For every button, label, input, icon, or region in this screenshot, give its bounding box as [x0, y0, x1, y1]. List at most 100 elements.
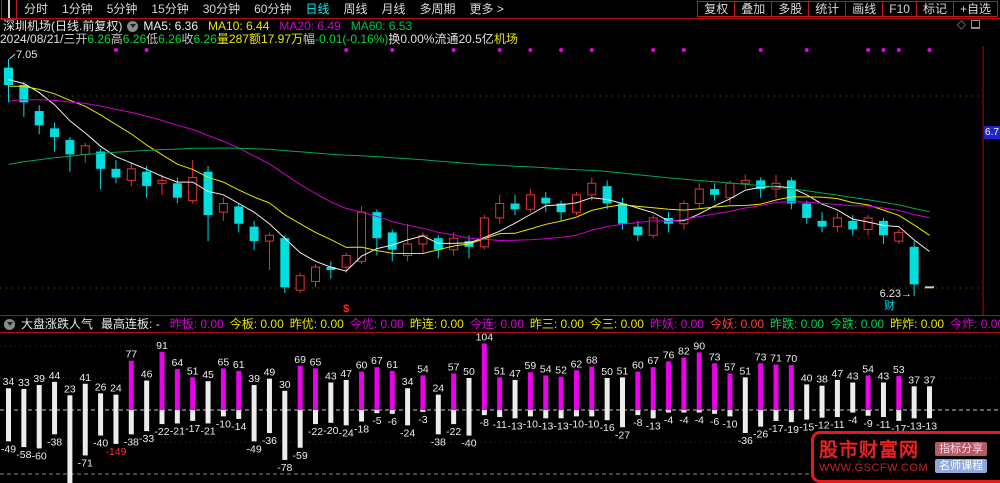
period-menu: 分时 1分钟 5分钟 15分钟 30分钟 60分钟 日线 周线 月线 多周期 更多 >: [0, 0, 511, 20]
low-tag-label: 财: [884, 298, 895, 312]
indicator-title[interactable]: 大盘涨跌人气: [21, 316, 93, 332]
menu-item-周线[interactable]: 周线: [336, 1, 374, 18]
menu-item-5分钟[interactable]: 5分钟: [100, 1, 145, 18]
window-layout-button[interactable]: [1, 0, 17, 20]
menu-button-+自选[interactable]: +自选: [952, 1, 998, 17]
menu-button-叠加[interactable]: 叠加: [734, 1, 773, 17]
indicator-bar-down: [251, 410, 257, 442]
bar-top-label: 26: [95, 381, 107, 393]
menu-item-分时[interactable]: 分时: [17, 1, 55, 18]
indicator-bar-down: [573, 410, 579, 417]
bar-bottom-label: -14: [231, 421, 246, 433]
price-axis-tag: 6.7: [984, 126, 1000, 139]
indicator-collapse-icon[interactable]: [4, 318, 15, 330]
bar-top-label: 49: [264, 367, 276, 379]
menu-button-画线[interactable]: 画线: [845, 1, 884, 17]
bar-bottom-label: -59: [293, 450, 308, 462]
indicator-field-昨炸: 昨炸: 0.00: [890, 317, 945, 331]
bar-bottom-label: -10: [523, 418, 538, 430]
indicator-bar-down: [742, 410, 748, 434]
indicator-bar-down: [313, 410, 318, 425]
bar-bottom-label: -36: [262, 435, 277, 447]
quote-field: 幅-0.01(-0.16%): [303, 33, 389, 46]
main-chart[interactable]: 7.05 6.23→财 $: [0, 46, 1000, 315]
sell-marker: $: [343, 303, 349, 315]
indicator-bar-up: [681, 357, 687, 410]
indicator-bar-up: [67, 395, 73, 410]
candle: [142, 171, 152, 187]
bar-top-label: 59: [525, 360, 537, 372]
indicator-bar-down: [620, 410, 625, 428]
bar-top-label: 54: [417, 363, 429, 375]
bar-bottom-label: -8: [633, 417, 642, 429]
candle: [4, 67, 13, 86]
indicator-bar-down: [67, 410, 73, 483]
indicator-bar-down: [297, 410, 303, 448]
indicator-bar-down: [435, 410, 441, 435]
indicator-bar-up: [773, 364, 779, 410]
quote-field: 换0.00%: [388, 33, 435, 46]
menu-item-日线[interactable]: 日线: [298, 1, 336, 18]
bar-bottom-label: -15: [799, 422, 814, 434]
watermark-tag-courses: 名师课程: [935, 458, 988, 473]
indicator-bar-up: [589, 366, 595, 410]
bar-bottom-label: -58: [16, 449, 31, 461]
bar-bottom-label: -6: [710, 416, 719, 428]
bar-bottom-label: -13: [507, 420, 522, 432]
indicator-bar-down: [635, 410, 641, 416]
indicator-bar-down: [604, 410, 610, 421]
menu-item-月线[interactable]: 月线: [375, 1, 413, 18]
menu-item-多周期[interactable]: 多周期: [413, 1, 463, 18]
menu-button-复权[interactable]: 复权: [697, 1, 736, 17]
chevron-down-icon[interactable]: [127, 21, 139, 32]
menu-item-1分钟[interactable]: 1分钟: [55, 1, 100, 18]
trading-app-window: 分时 1分钟 5分钟 15分钟 30分钟 60分钟 日线 周线 月线 多周期 更多 > 复权 叠加 多股…: [0, 0, 1000, 483]
candle: [694, 188, 704, 205]
signal-dot: [866, 48, 871, 52]
bar-top-label: 67: [371, 355, 383, 367]
menu-item-更多 >[interactable]: 更多 >: [463, 1, 511, 18]
bar-top-label: 39: [33, 373, 45, 385]
bar-top-label: 24: [432, 383, 444, 395]
indicator-bar-up: [113, 394, 119, 410]
indicator-bar-up: [558, 376, 564, 410]
menu-button-多股[interactable]: 多股: [771, 1, 810, 17]
menu-button-标记[interactable]: 标记: [915, 1, 954, 17]
bar-top-label: 46: [141, 369, 153, 381]
indicator-bar-down: [681, 410, 687, 413]
candle: [280, 238, 290, 288]
bar-top-label: 82: [678, 346, 690, 358]
signal-dot: [390, 48, 395, 52]
indicator-bar-down: [159, 410, 165, 425]
menu-button-F10[interactable]: F10: [882, 1, 917, 17]
candle: [433, 238, 443, 250]
indicator-fields: 昨板: 0.00 今板: 0.00 昨优: 0.00 今优: 0.00 昨连: 0.00…: [170, 316, 1000, 332]
menu-button-统计[interactable]: 统计: [808, 1, 847, 17]
window-layout-icon: [8, 0, 10, 18]
bar-top-label: 51: [617, 365, 629, 377]
bar-top-label: 104: [476, 333, 494, 343]
diamond-icon[interactable]: ◇: [957, 17, 966, 31]
menu-item-15分钟[interactable]: 15分钟: [144, 1, 195, 18]
menu-item-30分钟[interactable]: 30分钟: [196, 1, 247, 18]
quote-field: 流通20.5亿: [434, 33, 494, 46]
indicator-bar-up: [266, 378, 272, 410]
duplicate-window-icon[interactable]: [971, 19, 980, 29]
indicator-bar-down: [389, 410, 395, 414]
bar-bottom-label: -78: [277, 462, 292, 474]
bar-bottom-label: -4: [664, 415, 673, 427]
bar-bottom-label: -4: [679, 415, 688, 427]
quote-fields: 开6.26高6.26低6.26收6.26量287额17.97万幅-0.01(-0…: [75, 33, 517, 46]
indicator-bar-down: [220, 410, 226, 417]
bar-bottom-label: -10: [722, 418, 737, 430]
quote-info-bar: 2024/08/21/三 开6.26高6.26低6.26收6.26量287额17…: [0, 33, 1000, 46]
bar-bottom-label: -4: [695, 415, 704, 427]
bar-bottom-label: -22: [154, 426, 169, 438]
quote-field: 收6.26: [181, 33, 217, 46]
indicator-bar-up: [497, 377, 503, 410]
bar-bottom-label: -33: [139, 433, 154, 445]
menu-item-60分钟[interactable]: 60分钟: [247, 1, 298, 18]
candle: [525, 194, 535, 210]
stock-title[interactable]: 深圳机场(日线.前复权): [3, 20, 122, 33]
indicator-bar-down: [497, 410, 503, 418]
